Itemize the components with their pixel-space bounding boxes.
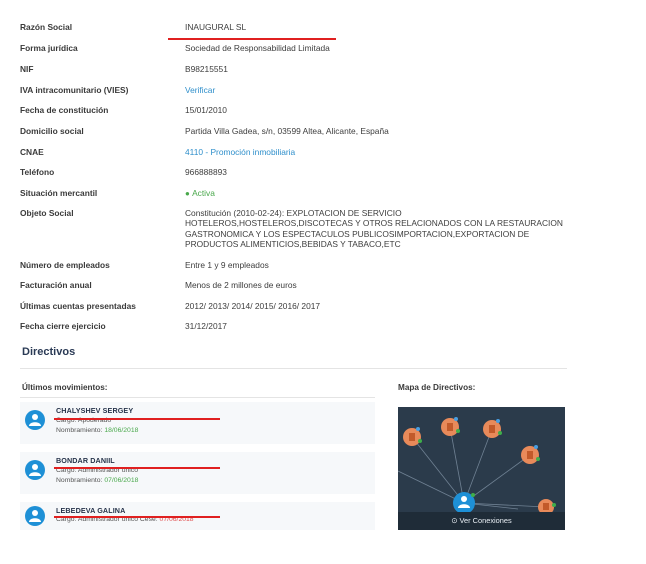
verificar-link[interactable]: Verificar <box>185 85 215 95</box>
value-telefono: 966888893 <box>185 167 227 177</box>
cnae-link[interactable]: 4110 - Promoción inmobiliaria <box>185 147 295 157</box>
label-fecha-constitucion: Fecha de constitución <box>20 105 109 115</box>
directivo-name[interactable]: BONDAR DANIIL <box>56 456 115 465</box>
value-objeto-social: Constitución (2010-02-24): EXPLOTACION D… <box>185 208 563 250</box>
directivo-name[interactable]: CHALYSHEV SERGEY <box>56 406 133 415</box>
list-item-directivo[interactable]: BONDAR DANIIL Cargo: Administrador único… <box>20 452 375 494</box>
directivo-name[interactable]: LEBEDEVA GALINA <box>56 506 125 515</box>
label-situacion: Situación mercantil <box>20 188 98 198</box>
mapa-directivos-label: Mapa de Directivos: <box>398 383 476 392</box>
section-title-directivos: Directivos <box>22 346 76 358</box>
user-icon <box>29 414 41 426</box>
label-empleados: Número de empleados <box>20 260 110 270</box>
label-telefono: Teléfono <box>20 167 55 177</box>
label-forma-juridica: Forma jurídica <box>20 43 78 53</box>
list-item-directivo[interactable]: CHALYSHEV SERGEY Cargo: Apoderado Nombra… <box>20 402 375 444</box>
mapa-directivos[interactable]: ⊙ Ver Conexiones <box>398 407 565 530</box>
chevron-right-icon: ⊙ <box>451 516 460 525</box>
label-cierre: Fecha cierre ejercicio <box>20 321 106 331</box>
avatar <box>25 410 45 430</box>
red-underline <box>54 467 220 469</box>
divider <box>20 397 375 398</box>
red-underline <box>168 38 336 40</box>
label-nif: NIF <box>20 64 34 74</box>
ver-conexiones-label: ⊙ Ver Conexiones <box>451 516 512 525</box>
value-fecha-constitucion: 15/01/2010 <box>185 105 227 115</box>
value-cierre: 31/12/2017 <box>185 321 227 331</box>
objeto-line: GASTRONOMICA Y LOS ESPECTACULOS PUBLICOS… <box>185 228 530 239</box>
red-underline <box>54 418 220 420</box>
value-cuentas: 2012/ 2013/ 2014/ 2015/ 2016/ 2017 <box>185 301 321 311</box>
label-objeto-social: Objeto Social <box>20 208 74 218</box>
avatar <box>25 506 45 526</box>
value-empleados: Entre 1 y 9 empleados <box>185 260 269 270</box>
user-icon <box>29 510 41 522</box>
ver-conexiones-button[interactable]: ⊙ Ver Conexiones <box>398 512 565 530</box>
value-facturacion: Menos de 2 millones de euros <box>185 280 297 290</box>
label-facturacion: Facturación anual <box>20 280 92 290</box>
node-icon <box>403 418 554 515</box>
value-nif: B98215551 <box>185 64 228 74</box>
avatar <box>25 460 45 480</box>
value-forma-juridica: Sociedad de Responsabilidad Limitada <box>185 43 330 53</box>
red-underline <box>54 516 220 518</box>
label-razon-social: Razón Social <box>20 22 73 32</box>
ultimos-movimientos-label: Últimos movimientos: <box>22 383 108 392</box>
directivo-nombramiento: Nombramiento: 07/06/2018 <box>56 477 139 484</box>
user-icon <box>29 464 41 476</box>
status-dot-icon: ● <box>185 189 193 198</box>
divider <box>20 368 567 369</box>
directivo-nombramiento: Nombramiento: 18/06/2018 <box>56 427 139 434</box>
label-cuentas: Últimas cuentas presentadas <box>20 301 136 311</box>
objeto-line: PRODUCTOS ALIMENTICIOS,BEBIDAS Y TABACO,… <box>185 239 401 250</box>
label-domicilio: Domicilio social <box>20 126 84 136</box>
status-badge: ● Activa <box>185 188 215 199</box>
objeto-line: Constitución (2010-02-24): EXPLOTACION D… <box>185 208 402 218</box>
label-iva: IVA intracomunitario (VIES) <box>20 85 129 95</box>
value-razon-social: INAUGURAL SL <box>185 22 247 32</box>
label-cnae: CNAE <box>20 147 44 157</box>
value-domicilio: Partida Villa Gadea, s/n, 03599 Altea, A… <box>185 126 389 136</box>
objeto-line: HOTELEROS,HOSTELEROS,DISCOTECAS Y OTROS … <box>185 218 563 229</box>
status-text: Activa <box>192 188 215 198</box>
